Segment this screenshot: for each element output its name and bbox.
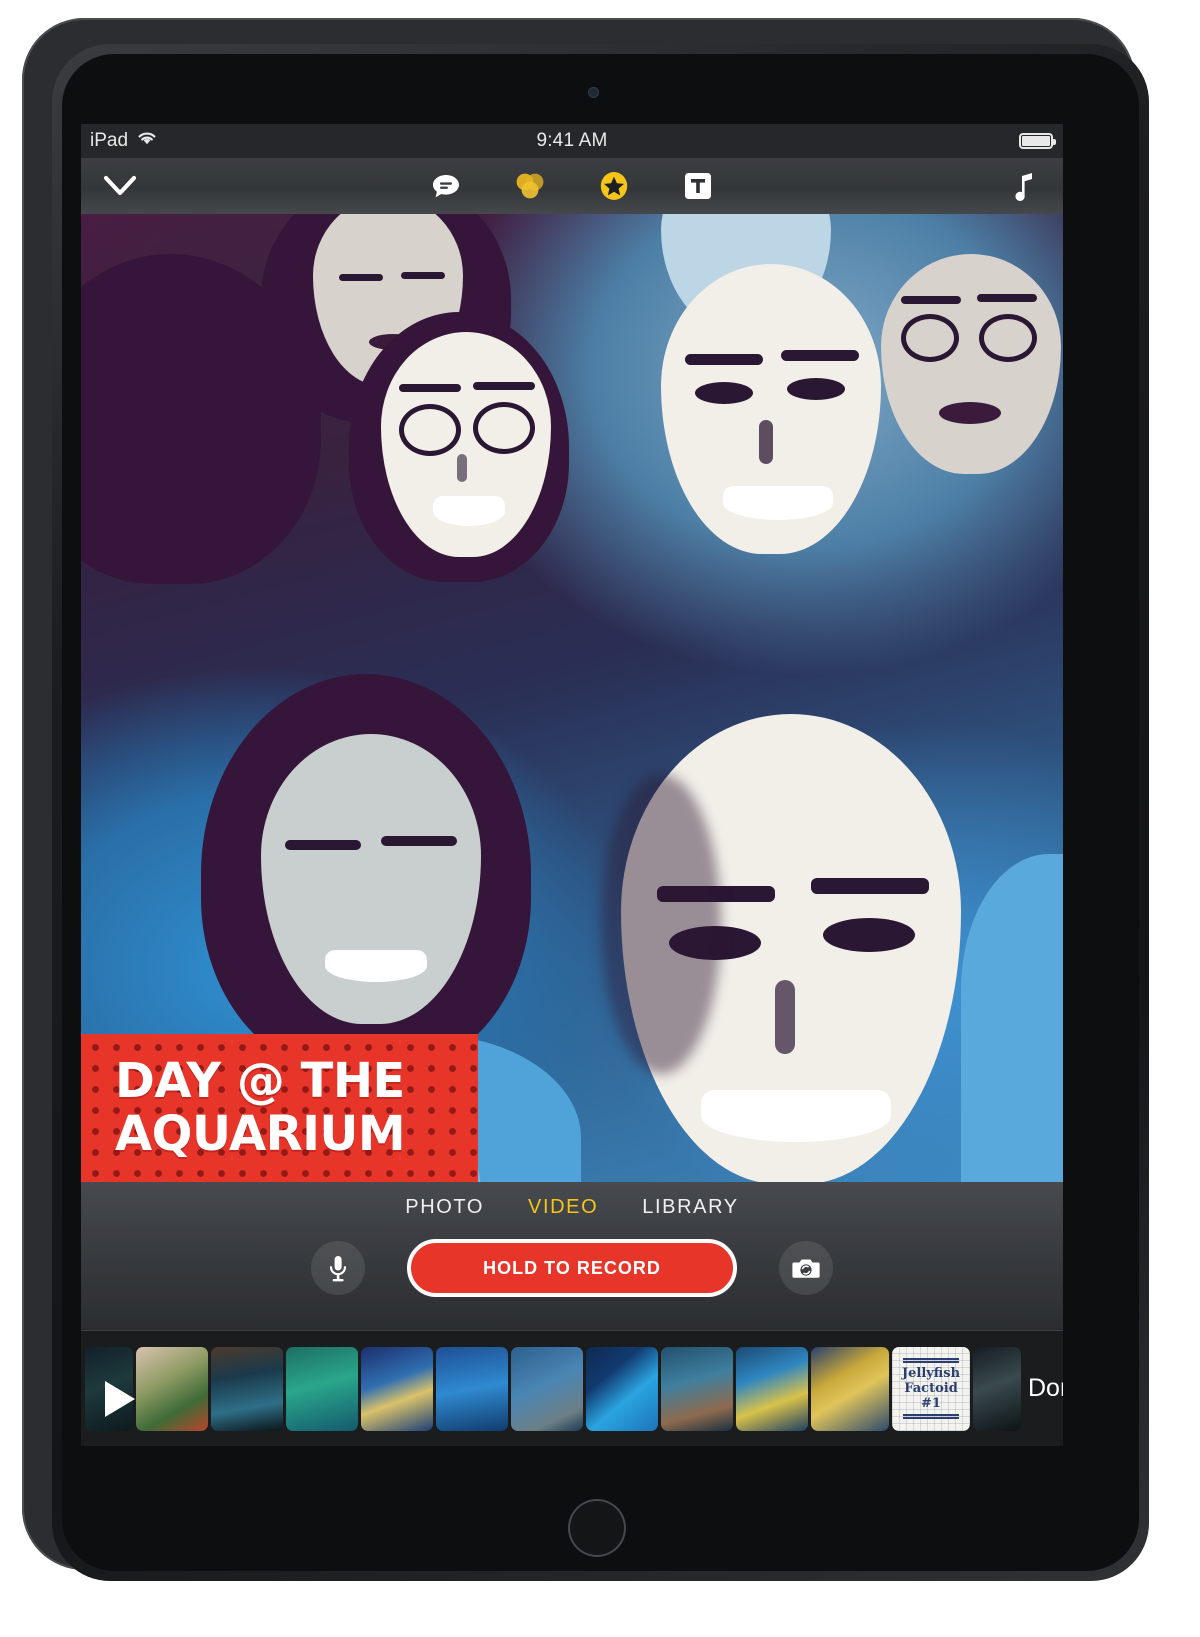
clip-ray-blue[interactable] [586,1346,658,1431]
factoid-title-line-2: Factoid #1 [904,1381,958,1411]
status-bar: iPad 9:41 AM [81,124,1063,158]
battery-icon [1019,133,1056,149]
top-toolbar [81,158,1063,214]
front-camera-icon [588,87,599,98]
star-sticker-icon[interactable] [596,168,632,204]
factoid-title-line-1: Jellyfish [901,1366,961,1381]
camera-flip-icon[interactable] [779,1241,833,1295]
music-note-icon[interactable] [1007,168,1043,204]
clip-hands-reef[interactable] [136,1346,208,1431]
done-button[interactable]: Done [1028,1374,1063,1403]
clip-factoid-card[interactable]: Jellyfish Factoid #1 [892,1346,970,1431]
clip-blue-fish[interactable] [436,1346,508,1431]
capture-mode-tabs: PHOTO VIDEO LIBRARY [81,1182,1063,1219]
clip-timeline[interactable]: Jellyfish Factoid #1 Done [81,1330,1063,1446]
status-clock: 9:41 AM [536,130,608,151]
microphone-icon[interactable] [311,1241,365,1295]
record-button-label: HOLD TO RECORD [483,1257,661,1278]
clip-yellow-tang[interactable] [736,1346,808,1431]
hold-to-record-button[interactable]: HOLD TO RECORD [407,1239,737,1297]
tab-library[interactable]: LIBRARY [642,1196,738,1219]
home-button[interactable] [568,1499,626,1557]
clip-green-tank[interactable] [286,1346,358,1431]
play-triangle-icon[interactable] [105,1381,135,1417]
tab-video[interactable]: VIDEO [528,1196,598,1219]
app-screen: iPad 9:41 AM DAY @ THE AQUARIUM PHOTO VI… [81,124,1063,1446]
comment-bubble-icon[interactable] [428,168,464,204]
title-caption-overlay[interactable]: DAY @ THE AQUARIUM [81,1034,478,1182]
capture-controls-bar: PHOTO VIDEO LIBRARY HOLD TO RECORD [81,1182,1063,1330]
filters-circles-icon[interactable] [512,168,548,204]
photo-viewer[interactable]: DAY @ THE AQUARIUM [81,214,1063,1182]
clip-jellyfish-gold[interactable] [811,1346,889,1431]
caption-line-1: DAY @ THE [115,1053,405,1109]
clip-school-fish[interactable] [661,1346,733,1431]
clip-jellyfish-dark[interactable] [973,1346,1021,1431]
tab-photo[interactable]: PHOTO [405,1196,484,1219]
capture-button-row: HOLD TO RECORD [81,1239,1063,1297]
factoid-rule-bottom [903,1414,959,1419]
toolbar-tool-group [81,158,1063,214]
factoid-rule-top [903,1358,959,1363]
text-tool-icon[interactable] [680,168,716,204]
clip-seahorse[interactable] [361,1346,433,1431]
clip-rock-tank[interactable] [511,1346,583,1431]
caption-line-2: AQUARIUM [115,1106,406,1162]
clip-kelp-silhouette[interactable] [211,1346,283,1431]
